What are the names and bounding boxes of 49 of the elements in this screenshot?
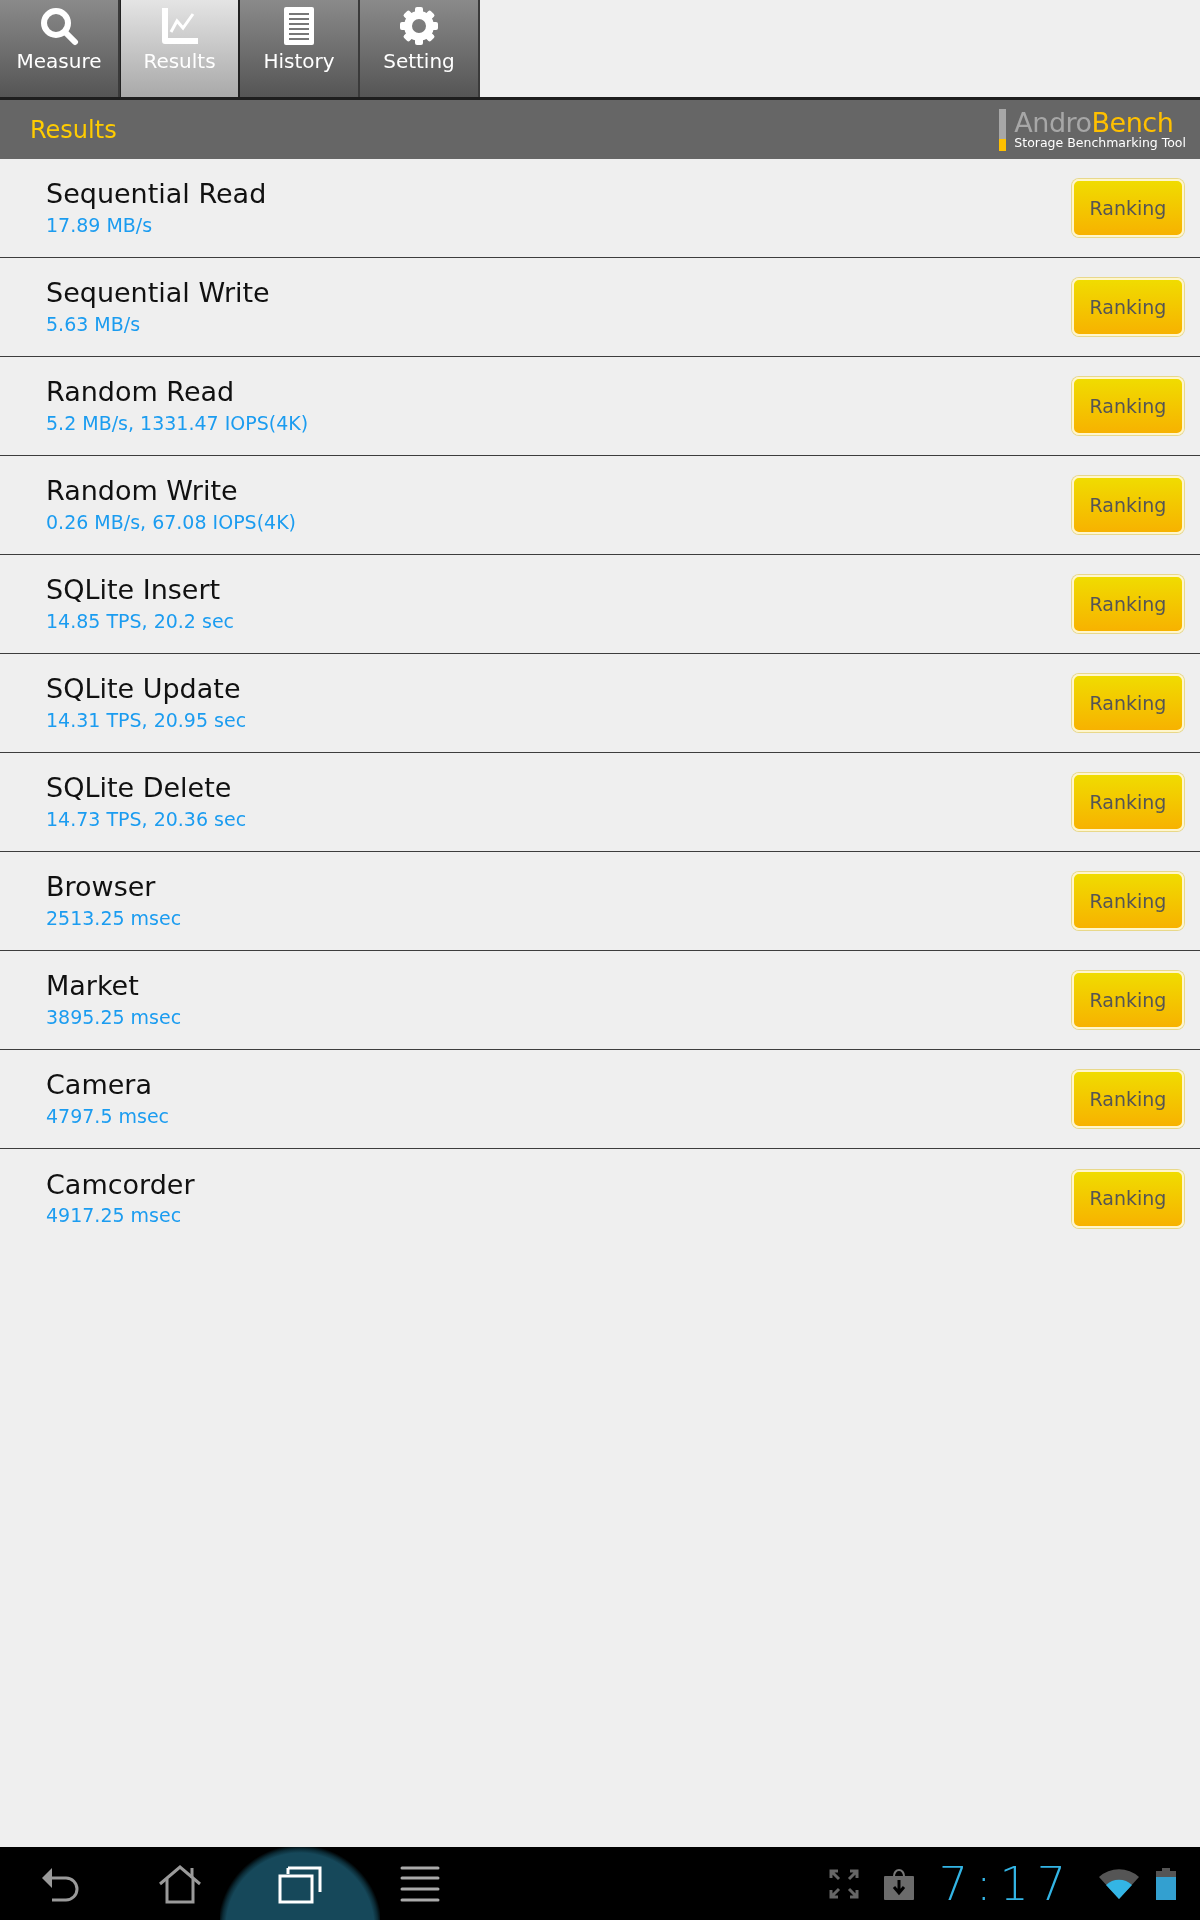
result-value: 14.73 TPS, 20.36 sec [46,806,247,832]
result-value: 0.26 MB/s, 67.08 IOPS(4K) [46,509,297,535]
clock-time: 7:17 [938,1860,1074,1907]
fullscreen-icon [828,1868,859,1899]
settings-icon [399,6,439,46]
search-icon [39,6,79,46]
download-bag-icon [882,1866,915,1901]
result-name: SQLite Delete [46,772,233,805]
result-name: Camcorder [46,1168,195,1202]
ranking-button[interactable]: Ranking [1072,971,1184,1029]
ranking-button[interactable]: Ranking [1072,179,1184,237]
result-name: Sequential Read [46,178,267,211]
ranking-button[interactable]: Ranking [1072,575,1184,633]
tab[interactable]: History [240,0,360,97]
logo-tagline: Storage Benchmarking Tool [1014,136,1186,150]
result-value: 17.89 MB/s [46,212,154,238]
result-name: Random Read [46,376,236,409]
result-name: SQLite Insert [46,574,222,607]
ranking-button[interactable]: Ranking [1072,1169,1184,1228]
result-value: 2513.25 msec [46,905,182,931]
result-name: SQLite Update [46,673,242,706]
result-value: 5.2 MB/s, 1331.47 IOPS(4K) [46,410,309,436]
result-name: Browser [46,871,157,904]
result-value: 5.63 MB/s [46,311,142,337]
header-title: Results [30,114,117,146]
result-name: Random Write [46,475,239,508]
result-name: Sequential Write [46,277,270,310]
result-value: 3895.25 msec [46,1004,182,1030]
result-value: 4797.5 msec [46,1103,170,1129]
logo-wordmark: AndroBench [1014,109,1174,137]
logo-mark-icon [999,108,1007,151]
ranking-button[interactable]: Ranking [1072,476,1184,534]
ranking-button[interactable]: Ranking [1072,377,1184,435]
ranking-button[interactable]: Ranking [1072,773,1184,831]
ranking-button[interactable]: Ranking [1072,872,1184,930]
result-value: 14.85 TPS, 20.2 sec [46,608,234,634]
result-value: 4917.25 msec [46,1203,183,1229]
result-name: Market [46,970,140,1003]
wifi-icon [1098,1868,1140,1899]
ranking-button[interactable]: Ranking [1072,674,1184,732]
tab[interactable]: Setting [360,0,480,97]
ranking-button[interactable]: Ranking [1072,1070,1184,1128]
ranking-button[interactable]: Ranking [1072,278,1184,336]
result-name: Camera [46,1069,153,1102]
battery-icon [1156,1867,1176,1900]
home-icon [158,1863,202,1904]
tab[interactable]: Measure [0,0,120,97]
result-value: 14.31 TPS, 20.95 sec [46,707,247,733]
line-chart-icon [159,6,200,46]
